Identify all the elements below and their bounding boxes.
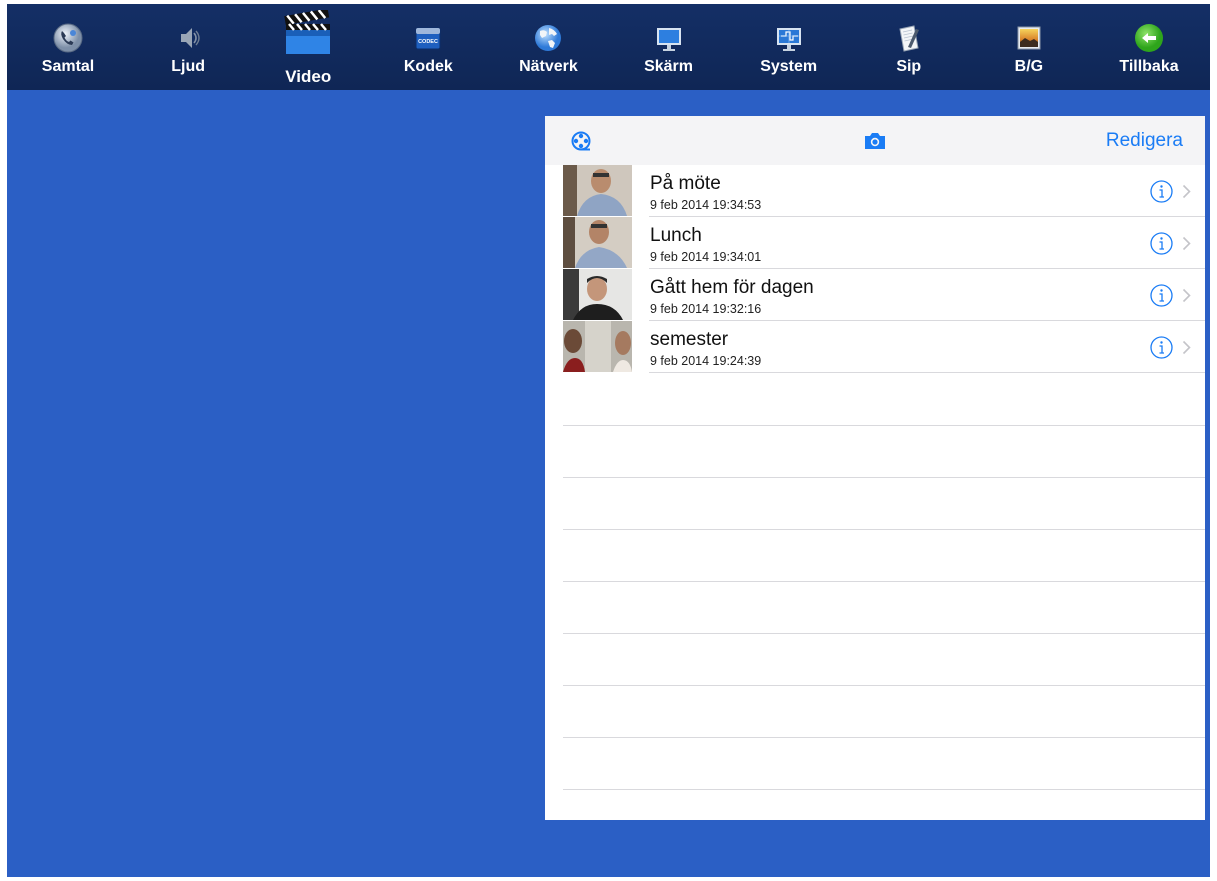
video-thumbnail xyxy=(563,217,632,268)
toolbar-label: Ljud xyxy=(171,58,205,75)
codec-icon-text: CODEC xyxy=(418,39,438,45)
toolbar-item-kodek[interactable]: CODEC Kodek xyxy=(369,4,487,90)
speaker-icon xyxy=(171,21,205,55)
video-thumbnail xyxy=(563,321,632,372)
globe-icon xyxy=(531,21,565,55)
phone-settings-icon xyxy=(51,21,85,55)
list-item[interactable]: På möte 9 feb 2014 19:34:53 xyxy=(545,165,1205,217)
video-title: På möte xyxy=(650,173,721,194)
film-reel-icon[interactable] xyxy=(569,129,593,153)
toolbar-item-natverk[interactable]: Nätverk xyxy=(489,4,607,90)
chevron-right-icon xyxy=(1182,236,1191,251)
toolbar-label: Skärm xyxy=(644,58,693,75)
toolbar-item-skarm[interactable]: Skärm xyxy=(610,4,728,90)
notepad-icon xyxy=(892,21,926,55)
codec-icon: CODEC xyxy=(411,21,445,55)
toolbar-item-bg[interactable]: B/G xyxy=(970,4,1088,90)
toolbar-label: Tillbaka xyxy=(1119,58,1179,75)
toolbar-item-ljud[interactable]: Ljud xyxy=(129,4,247,90)
back-arrow-icon xyxy=(1132,21,1166,55)
empty-row-separator xyxy=(563,737,1205,738)
video-title: Lunch xyxy=(650,225,702,246)
toolbar-label: Video xyxy=(285,67,332,86)
empty-row-separator xyxy=(563,633,1205,634)
toolbar-item-video[interactable]: Video xyxy=(249,4,367,90)
chevron-right-icon xyxy=(1182,184,1191,199)
toolbar-label: System xyxy=(760,58,818,75)
toolbar-item-system[interactable]: System xyxy=(730,4,848,90)
info-icon[interactable] xyxy=(1150,232,1173,255)
empty-row-separator xyxy=(563,581,1205,582)
camera-icon[interactable] xyxy=(863,131,887,151)
list-item[interactable]: semester 9 feb 2014 19:24:39 xyxy=(545,321,1205,373)
video-list-panel: Redigera På möte 9 feb 2014 19:34:53 Lun… xyxy=(545,116,1205,820)
chevron-right-icon xyxy=(1182,340,1191,355)
video-title: semester xyxy=(650,329,729,350)
video-date: 9 feb 2014 19:34:01 xyxy=(650,250,762,264)
video-thumbnail xyxy=(563,165,632,216)
toolbar-label: Kodek xyxy=(403,58,453,75)
video-date: 9 feb 2014 19:32:16 xyxy=(650,302,762,316)
app-window: Samtal Ljud Video CODEC Kodek Nätverk Sk… xyxy=(7,4,1210,877)
toolbar-label: B/G xyxy=(1014,58,1044,75)
info-icon[interactable] xyxy=(1150,284,1173,307)
toolbar-item-tillbaka[interactable]: Tillbaka xyxy=(1090,4,1208,90)
list-item[interactable]: Gått hem för dagen 9 feb 2014 19:32:16 xyxy=(545,269,1205,321)
toolbar-label: Nätverk xyxy=(519,58,578,75)
toolbar-label: Sip xyxy=(896,58,922,75)
toolbar-item-sip[interactable]: Sip xyxy=(850,4,968,90)
video-title: Gått hem för dagen xyxy=(650,277,814,298)
video-date: 9 feb 2014 19:34:53 xyxy=(650,198,762,212)
empty-row-separator xyxy=(563,789,1205,790)
toolbar-item-samtal[interactable]: Samtal xyxy=(9,4,127,90)
chevron-right-icon xyxy=(1182,288,1191,303)
monitor-icon xyxy=(652,21,686,55)
video-thumbnail xyxy=(563,269,632,320)
empty-row-separator xyxy=(563,477,1205,478)
top-toolbar: Samtal Ljud Video CODEC Kodek Nätverk Sk… xyxy=(7,4,1210,90)
edit-button[interactable]: Redigera xyxy=(1106,130,1183,152)
empty-row-separator xyxy=(563,529,1205,530)
row-separator xyxy=(649,372,1205,373)
info-icon[interactable] xyxy=(1150,336,1173,359)
empty-row-separator xyxy=(563,685,1205,686)
picture-icon xyxy=(1012,21,1046,55)
panel-navigation-bar: Redigera xyxy=(545,116,1205,165)
video-date: 9 feb 2014 19:24:39 xyxy=(650,354,762,368)
list-item[interactable]: Lunch 9 feb 2014 19:34:01 xyxy=(545,217,1205,269)
toolbar-label: Samtal xyxy=(41,58,95,75)
info-icon[interactable] xyxy=(1150,180,1173,203)
clapperboard-icon xyxy=(283,10,333,56)
empty-row-separator xyxy=(563,425,1205,426)
system-monitor-icon xyxy=(772,21,806,55)
